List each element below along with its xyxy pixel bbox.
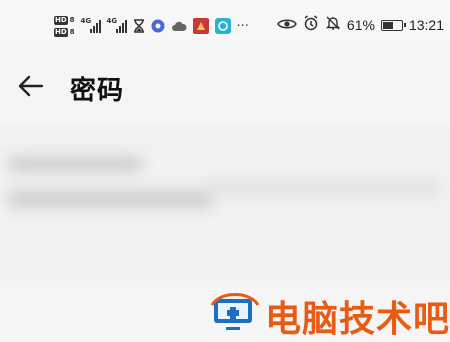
eye-comfort-icon <box>276 16 297 35</box>
hourglass-icon <box>133 19 145 33</box>
red-app-icon <box>192 18 209 34</box>
alarm-icon <box>303 15 319 35</box>
signal-1-icon: 4G <box>81 17 101 33</box>
music-app-icon <box>151 19 165 33</box>
clock: 13:21 <box>408 17 444 33</box>
mute-bell-icon <box>325 15 341 35</box>
signal-2-icon: 4G <box>107 17 127 33</box>
sim2-hd-badge: HD 8 <box>54 27 75 37</box>
watermark-text: 电脑技术吧 <box>265 299 450 340</box>
watermark: 电脑技术吧 <box>205 284 450 341</box>
page-title: 密码 <box>70 76 125 106</box>
battery-percent: 61% <box>346 17 375 33</box>
status-bar-right: 61% 13:21 <box>276 14 444 36</box>
hd-indicators: HD 8 HD 8 <box>54 15 75 37</box>
status-bar: HD 8 HD 8 4G 4G ··· 61% 13:21 <box>0 0 450 46</box>
battery-icon <box>380 19 406 31</box>
blurred-line-2 <box>8 190 213 208</box>
blurred-line-1 <box>8 156 143 172</box>
sim1-hd-badge: HD 8 <box>54 15 75 25</box>
computer-logo-icon <box>210 291 260 333</box>
cloud-icon <box>171 20 187 32</box>
more-notifications: ··· <box>236 18 249 34</box>
app-bar: 密码 <box>0 46 450 126</box>
blue-app-icon <box>214 18 231 34</box>
status-bar-left: HD 8 HD 8 4G 4G ··· <box>54 12 255 40</box>
back-arrow-icon[interactable] <box>16 72 44 100</box>
blurred-setting-item[interactable] <box>0 126 450 281</box>
blurred-line-3 <box>205 182 440 194</box>
